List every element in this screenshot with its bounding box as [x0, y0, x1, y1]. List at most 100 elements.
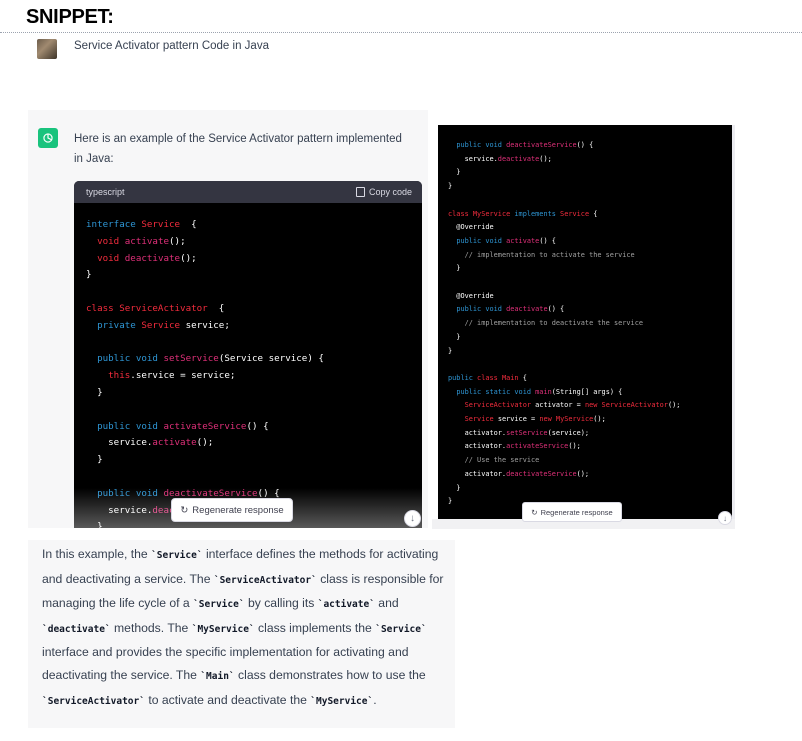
- explanation-text: In this example, the `Service` interface…: [28, 540, 455, 728]
- code-line: public void setService(Service service) …: [86, 351, 324, 368]
- code-token: void: [514, 387, 536, 396]
- code-line: }: [86, 385, 324, 402]
- arrow-down-icon: ↓: [410, 513, 415, 524]
- code-token: // implementation to activate the servic…: [464, 250, 635, 259]
- explanation-segment: .: [373, 692, 377, 707]
- code-line: // Use the service: [448, 454, 680, 468]
- explanation-segment: by calling its: [244, 596, 318, 611]
- code-token: () {: [547, 305, 565, 314]
- code-line: }: [448, 166, 680, 180]
- code-token: Service: [464, 415, 498, 424]
- code-token: deactivateService: [506, 141, 577, 149]
- code-token: (service);: [547, 428, 590, 437]
- scroll-down-button-2[interactable]: ↓: [718, 511, 732, 525]
- code-token: (Service service) {: [218, 353, 324, 365]
- code-line: ServiceActivator activator = new Service…: [448, 399, 681, 413]
- code-token: main: [535, 387, 552, 396]
- page-heading: SNIPPET:: [26, 6, 114, 28]
- code-line: this.service = service;: [86, 368, 324, 385]
- code-token: void: [97, 235, 125, 247]
- code-token: }: [448, 168, 461, 177]
- regenerate-response-button[interactable]: ↻ Regenerate response: [171, 498, 293, 522]
- explanation-segment: methods. The: [110, 620, 192, 635]
- code-token: ();: [539, 154, 552, 163]
- code-token: public: [448, 373, 478, 382]
- inline-code: `Main`: [200, 670, 235, 682]
- code-line: @Override: [448, 221, 680, 235]
- code-token: deactivate: [497, 154, 540, 163]
- inline-code: `Service`: [193, 599, 245, 611]
- code-token: activateService: [163, 420, 247, 432]
- code-token: ();: [169, 235, 186, 247]
- copy-code-button[interactable]: Copy code: [355, 187, 412, 197]
- code-token: }: [448, 264, 461, 273]
- code-line: class MyService implements Service {: [448, 208, 680, 222]
- code-line: }: [448, 262, 680, 276]
- code-line: Service service = new MyService();: [448, 413, 680, 427]
- code-block-continued: public void deactivateService() { servic…: [438, 125, 732, 520]
- code-block: typescript Copy code interface Service {…: [74, 181, 422, 528]
- code-token: void: [97, 252, 125, 264]
- code-token: ();: [593, 415, 606, 424]
- code-token: service;: [185, 319, 230, 331]
- code-line: public void deactivateService() {: [448, 139, 680, 153]
- code-line: }: [448, 482, 680, 496]
- code-line: }: [86, 267, 324, 284]
- code-token: class: [448, 209, 473, 218]
- code-token: }: [448, 182, 453, 191]
- regenerate-label: Regenerate response: [192, 504, 284, 516]
- code-line: public class Main {: [448, 372, 680, 386]
- code-token: class: [86, 302, 120, 314]
- explanation-segment: class demonstrates how to use the: [234, 667, 426, 682]
- code-token: {: [589, 209, 598, 218]
- code-line: service.deactivate();: [448, 153, 680, 167]
- code-token: () {: [246, 420, 269, 432]
- code-line: void deactivate();: [86, 251, 324, 268]
- code-token: service.: [448, 154, 498, 163]
- explanation-segment: and: [374, 596, 399, 611]
- code-content: interface Service { void activate(); voi…: [86, 217, 324, 528]
- code-line: private Service service;: [86, 318, 324, 335]
- code-token: public: [456, 387, 486, 396]
- code-token: void: [135, 353, 164, 365]
- openai-logo-icon: [38, 128, 58, 148]
- code-token: Service: [560, 209, 590, 218]
- code-token: MyService: [555, 415, 594, 424]
- code-token: new: [584, 401, 602, 410]
- scroll-down-button[interactable]: ↓: [404, 510, 421, 527]
- divider: [0, 32, 802, 33]
- code-token: // implementation to deactivate the serv…: [464, 319, 643, 328]
- inline-code: `MyService`: [310, 695, 374, 707]
- code-line: service.activate();: [86, 435, 324, 452]
- code-line: void activate();: [86, 234, 324, 251]
- code-token: }: [448, 346, 453, 355]
- code-line: activator.deactivateService();: [448, 468, 680, 482]
- code-token: void: [135, 420, 164, 432]
- code-line: // implementation to deactivate the serv…: [448, 317, 680, 331]
- regenerate-response-button-2[interactable]: ↻ Regenerate response: [522, 502, 622, 522]
- code-line: activator.setService(service);: [448, 427, 680, 441]
- code-line: public void deactivate() {: [448, 303, 680, 317]
- code-token: activator =: [535, 401, 585, 410]
- scrollbar-track[interactable]: [732, 125, 735, 520]
- code-line: }: [86, 452, 324, 469]
- code-token: Service: [141, 319, 186, 331]
- code-token: }: [448, 483, 461, 492]
- refresh-icon: ↻: [180, 504, 189, 516]
- code-token: public: [97, 353, 136, 365]
- code-token: activator.: [448, 469, 507, 478]
- code-line: @Override: [448, 290, 680, 304]
- code-token: ();: [667, 401, 681, 410]
- code-token: ServiceActivator: [464, 401, 536, 410]
- code-line: }: [448, 331, 680, 345]
